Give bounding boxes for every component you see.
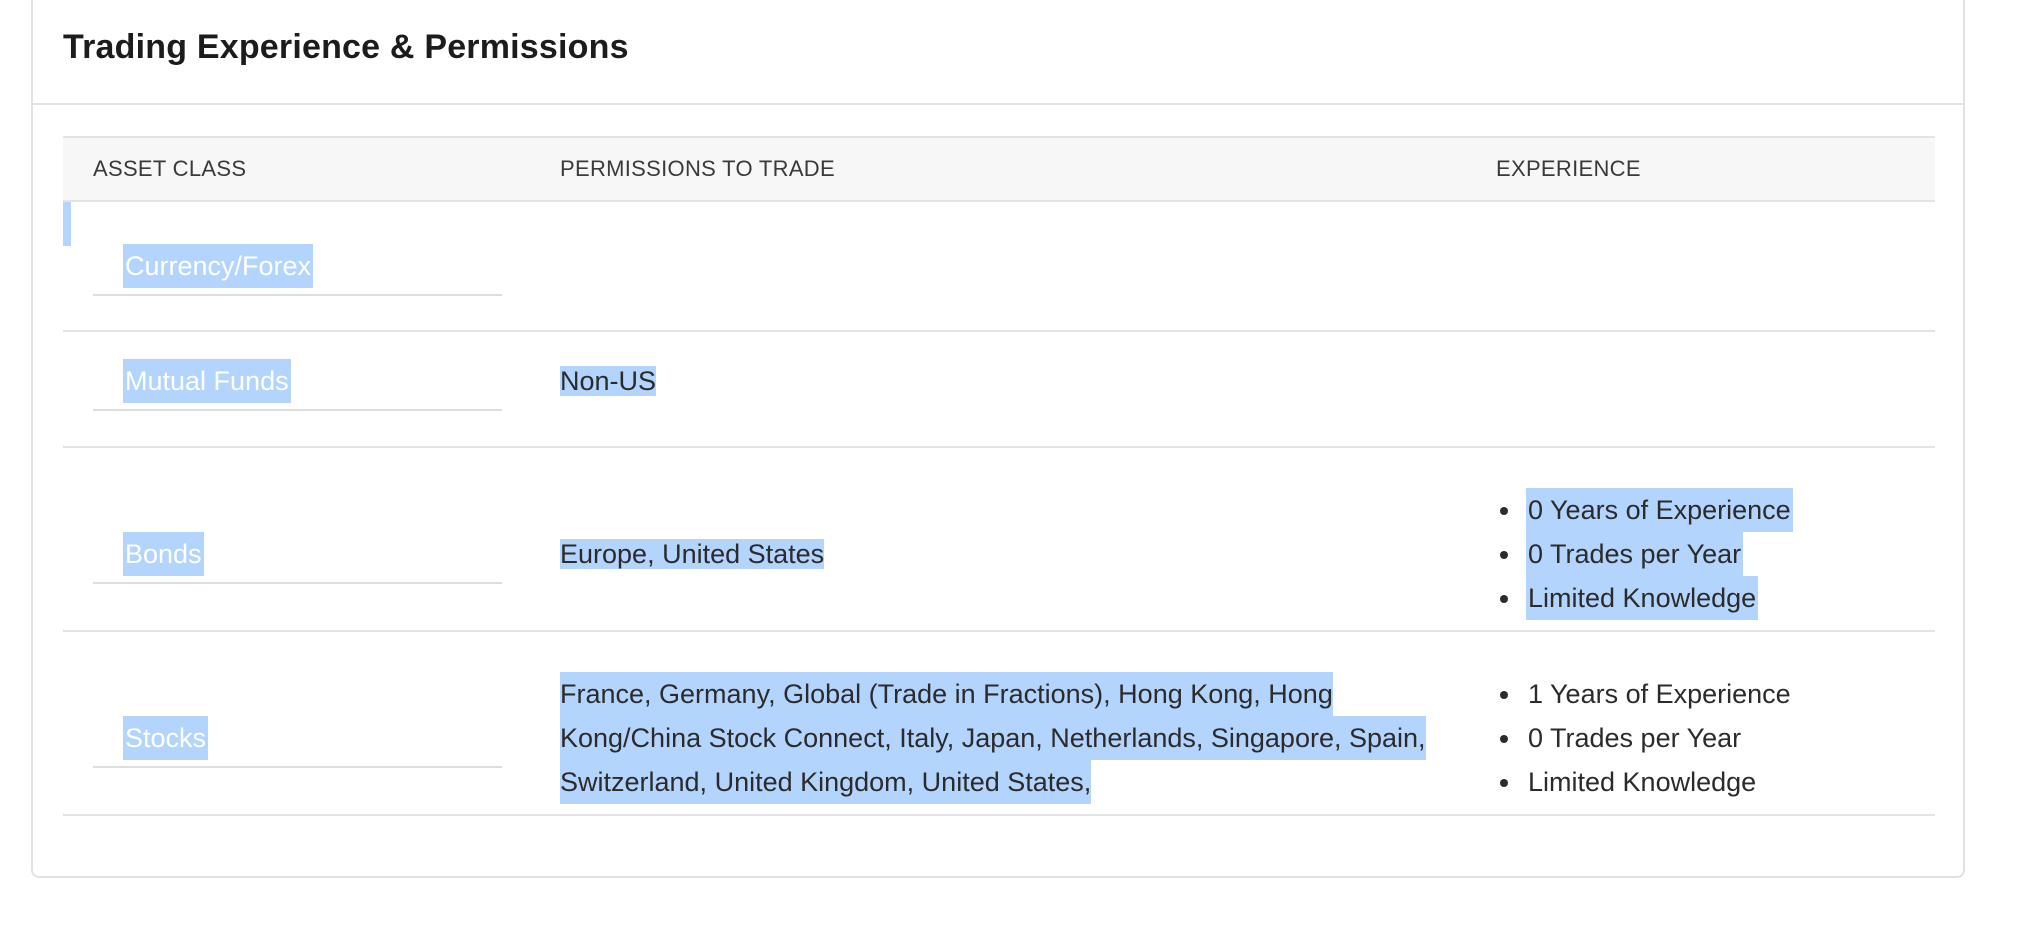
permissions-table: ASSET CLASS PERMISSIONS TO TRADE EXPERIE… [63, 136, 1935, 816]
panel-title: Trading Experience & Permissions [63, 28, 629, 66]
asset-class-label: Mutual Funds [123, 359, 291, 403]
table-row-mutual-funds: Mutual Funds Non-US [63, 332, 1935, 448]
column-header-experience: EXPERIENCE [1496, 156, 1641, 181]
table-header-row: ASSET CLASS PERMISSIONS TO TRADE EXPERIE… [63, 136, 1935, 202]
experience-text: 1 Years of Experience [1528, 679, 1791, 709]
experience-list: 0 Years of Experience 0 Trades per Year … [1496, 488, 1793, 620]
bullet-icon [1500, 551, 1508, 559]
experience-text: 0 Trades per Year [1528, 723, 1742, 753]
bullet-icon [1500, 507, 1508, 515]
table-row-currency-forex: Currency/Forex [63, 202, 1935, 332]
permissions-cell: France, Germany, Global (Trade in Fracti… [560, 672, 1465, 804]
bullet-icon [1500, 779, 1508, 787]
experience-item: Limited Knowledge [1496, 760, 1793, 804]
permissions-cell: Europe, United States [560, 532, 825, 576]
permissions-line: Switzerland, United Kingdom, United Stat… [560, 760, 1092, 804]
permissions-line: Kong/China Stock Connect, Italy, Japan, … [560, 716, 1426, 760]
column-header-permissions: PERMISSIONS TO TRADE [560, 156, 835, 181]
permissions-cell: Non-US [560, 359, 657, 403]
experience-item: 1 Years of Experience [1496, 672, 1793, 716]
permissions-text: Europe, United States [560, 539, 825, 569]
table-row-stocks: Stocks France, Germany, Global (Trade in… [63, 632, 1935, 816]
asset-class-label: Bonds [123, 532, 204, 576]
experience-list: 1 Years of Experience 0 Trades per Year … [1496, 672, 1793, 804]
asset-cell: Mutual Funds [93, 359, 502, 411]
trading-permissions-panel: Trading Experience & Permissions ASSET C… [31, 0, 1965, 878]
bullet-icon [1500, 595, 1508, 603]
table-row-bonds: Bonds Europe, United States 0 Years of E… [63, 448, 1935, 632]
experience-text: Limited Knowledge [1528, 767, 1757, 797]
asset-cell: Bonds [93, 532, 502, 584]
experience-text: 0 Years of Experience [1526, 488, 1793, 532]
asset-class-label: Stocks [123, 716, 209, 760]
experience-item: 0 Years of Experience [1496, 488, 1793, 532]
experience-text: Limited Knowledge [1526, 576, 1759, 620]
asset-cell: Stocks [93, 716, 502, 768]
experience-text: 0 Trades per Year [1526, 532, 1744, 576]
experience-item: 0 Trades per Year [1496, 532, 1793, 576]
bullet-icon [1500, 735, 1508, 743]
permissions-text: Non-US [560, 366, 657, 396]
selection-caret [63, 202, 71, 246]
asset-cell: Currency/Forex [93, 244, 502, 296]
column-header-asset-class: ASSET CLASS [93, 156, 247, 181]
experience-item: 0 Trades per Year [1496, 716, 1793, 760]
permissions-line: France, Germany, Global (Trade in Fracti… [560, 672, 1333, 716]
bullet-icon [1500, 691, 1508, 699]
asset-class-label: Currency/Forex [123, 244, 314, 288]
experience-item: Limited Knowledge [1496, 576, 1793, 620]
panel-header: Trading Experience & Permissions [33, 0, 1963, 105]
